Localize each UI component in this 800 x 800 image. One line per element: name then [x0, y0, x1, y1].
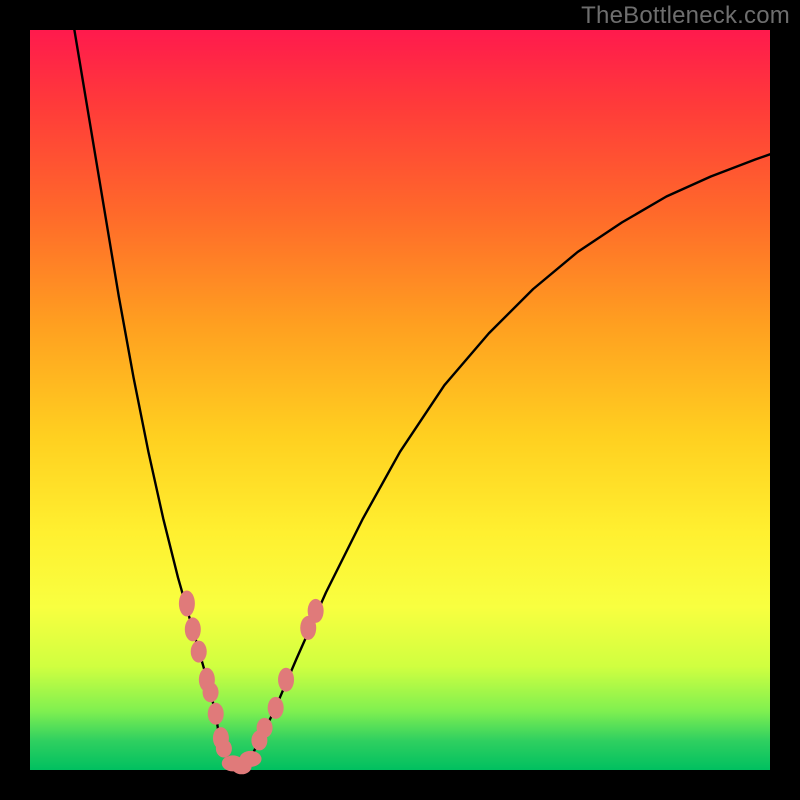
curve-right-branch [237, 154, 770, 767]
bead-left-4 [203, 682, 219, 702]
frame: TheBottleneck.com [0, 0, 800, 800]
bead-left-2 [191, 641, 207, 663]
bead-right-3 [278, 668, 294, 692]
bead-right-2 [268, 697, 284, 719]
bead-right-5 [308, 599, 324, 623]
curve-left-branch [74, 30, 237, 768]
bead-left-5 [208, 703, 224, 725]
watermark-text: TheBottleneck.com [581, 2, 790, 30]
chart-svg [30, 30, 770, 770]
bead-bottom-2 [240, 751, 262, 767]
bead-right-1 [257, 718, 273, 738]
bead-left-0 [179, 591, 195, 617]
curve-group [74, 30, 770, 768]
bead-left-1 [185, 617, 201, 641]
plot-area [30, 30, 770, 770]
bead-left-7 [216, 740, 232, 758]
bead-group [179, 591, 324, 775]
